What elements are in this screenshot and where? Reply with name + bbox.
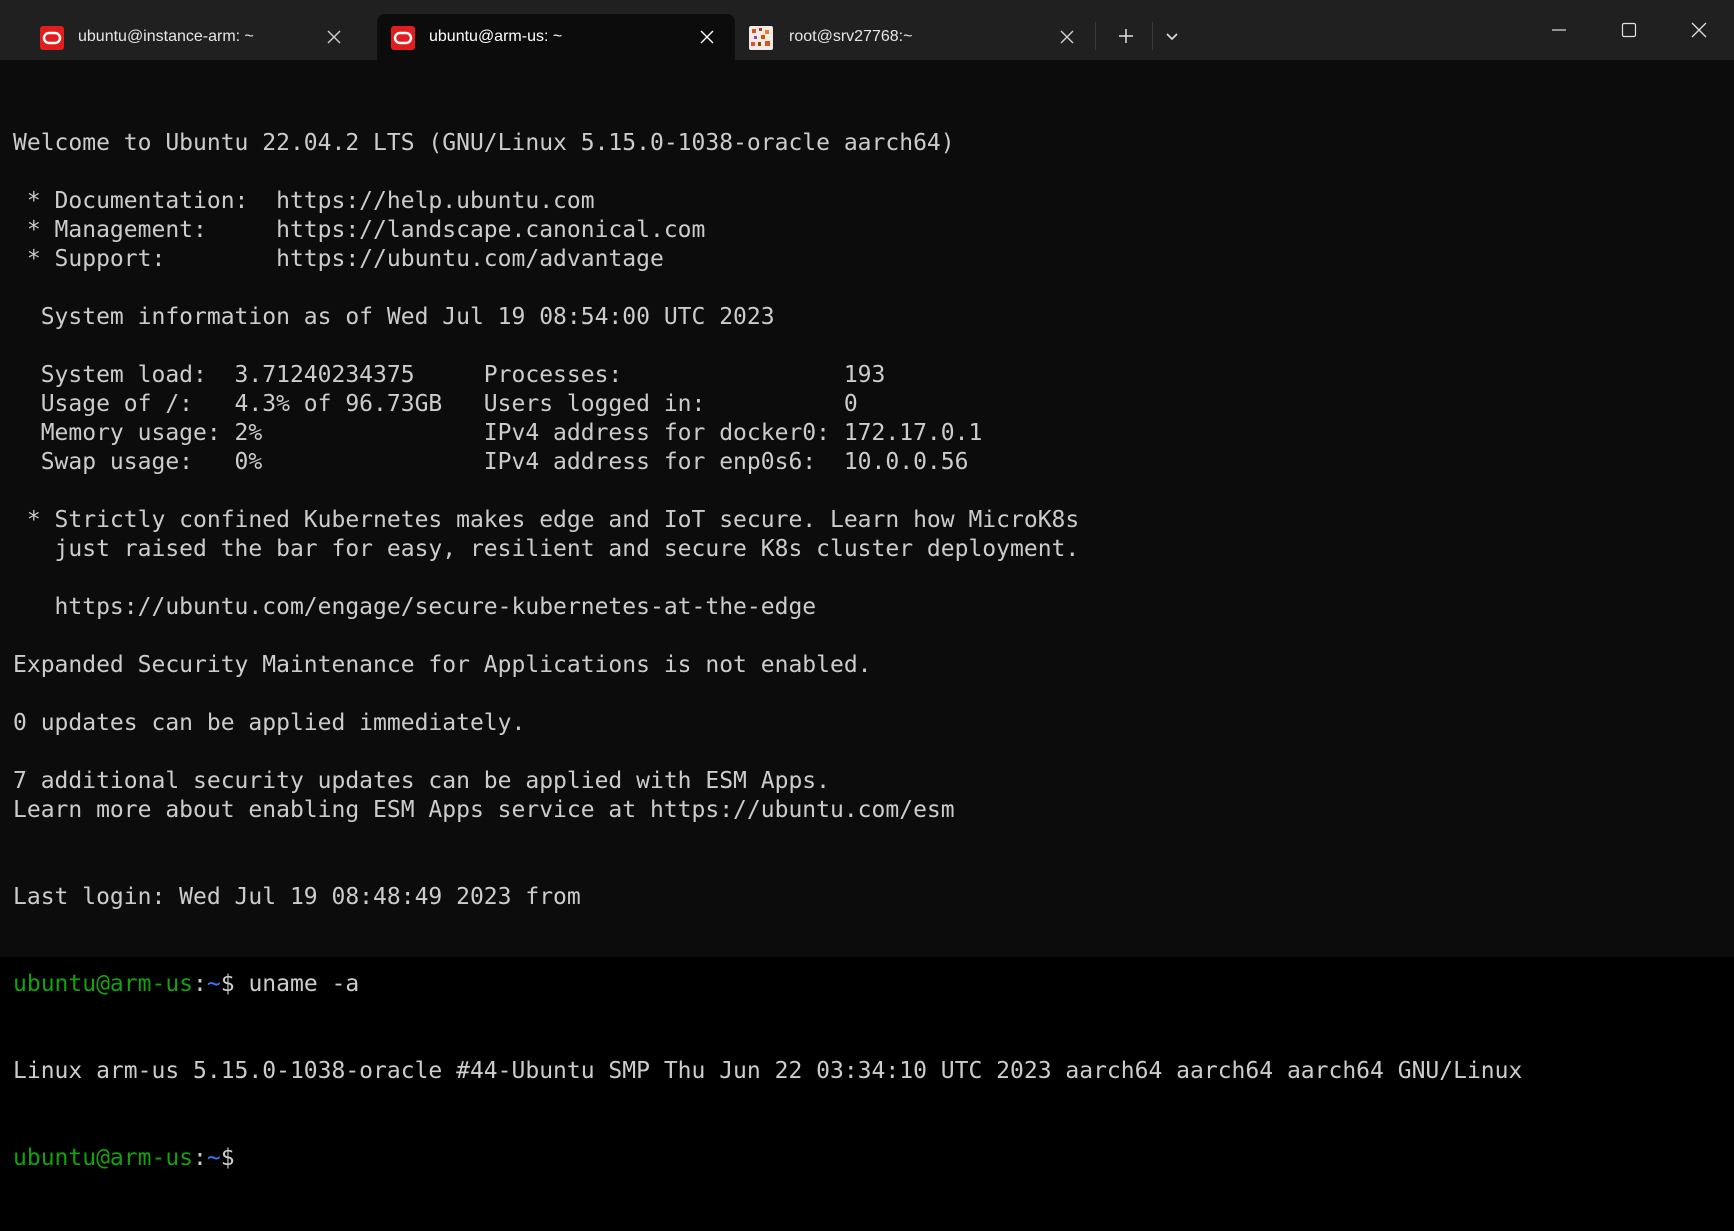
terminal-line: Welcome to Ubuntu 22.04.2 LTS (GNU/Linux…	[13, 130, 955, 156]
terminal-line: Swap usage: 0% IPv4 address for enp0s6: …	[13, 449, 969, 475]
tab-dropdown-button[interactable]	[1154, 18, 1190, 54]
tab-title: ubuntu@arm-us: ~	[429, 28, 563, 45]
minimize-icon	[1552, 29, 1566, 31]
command-prompt-line: ubuntu@arm-us:~$ uname -a	[13, 970, 1734, 999]
tab-title: root@srv27768:~	[789, 28, 913, 45]
prompt-user-host: ubuntu@arm-us	[13, 971, 194, 997]
terminal-line: Last login: Wed Jul 19 08:48:49 2023 fro…	[13, 884, 581, 910]
close-icon	[700, 30, 714, 44]
tab-close-button[interactable]	[1055, 25, 1079, 49]
plus-icon	[1119, 29, 1133, 43]
tab-separator	[1095, 22, 1096, 50]
prompt-symbol: $	[220, 1145, 235, 1171]
maximize-icon	[1621, 22, 1637, 38]
title-bar[interactable]: ubuntu@instance-arm: ~ ubuntu@arm-us: ~	[0, 0, 1734, 60]
terminal-line: Learn more about enabling ESM Apps servi…	[13, 797, 955, 823]
prompt-colon: :	[193, 1145, 207, 1171]
minimize-button[interactable]	[1524, 0, 1594, 60]
terminal-line: Usage of /: 4.3% of 96.73GB Users logged…	[13, 391, 858, 417]
prompt-user-host: ubuntu@arm-us	[13, 1145, 194, 1171]
server-icon	[749, 26, 773, 50]
terminal-line: System load: 3.71240234375 Processes: 19…	[13, 362, 886, 388]
new-tab-button[interactable]	[1108, 18, 1144, 54]
prompt-symbol: $	[220, 971, 249, 997]
chevron-down-icon	[1166, 33, 1178, 41]
tab-separator	[1152, 22, 1153, 50]
prompt-path: ~	[206, 971, 221, 997]
command-output: Linux arm-us 5.15.0-1038-oracle #44-Ubun…	[13, 1058, 1523, 1084]
terminal-line: * Support: https://ubuntu.com/advantage	[13, 246, 664, 272]
tab-instance-arm[interactable]: ubuntu@instance-arm: ~	[12, 14, 368, 60]
terminal-line: just raised the bar for easy, resilient …	[13, 536, 1080, 562]
tab-close-button[interactable]	[695, 25, 719, 49]
tab-arm-us[interactable]: ubuntu@arm-us: ~	[377, 14, 735, 60]
terminal-line: * Strictly confined Kubernetes makes edg…	[13, 507, 1080, 533]
terminal-output[interactable]: Welcome to Ubuntu 22.04.2 LTS (GNU/Linux…	[0, 60, 1734, 1171]
terminal-line: 0 updates can be applied immediately.	[13, 710, 526, 736]
active-prompt-line[interactable]: ubuntu@arm-us:~$	[13, 1144, 1734, 1173]
command-text: uname -a	[248, 971, 360, 997]
oracle-icon	[40, 26, 64, 50]
maximize-button[interactable]	[1594, 0, 1664, 60]
terminal-line: System information as of Wed Jul 19 08:5…	[13, 304, 775, 330]
terminal-line: Memory usage: 2% IPv4 address for docker…	[13, 420, 983, 446]
terminal-line: 7 additional security updates can be app…	[13, 768, 830, 794]
terminal-lines: Welcome to Ubuntu 22.04.2 LTS (GNU/Linux…	[13, 129, 1734, 912]
close-icon	[1060, 30, 1074, 44]
terminal-line: * Documentation: https://help.ubuntu.com	[13, 188, 595, 214]
terminal-line: * Management: https://landscape.canonica…	[13, 217, 706, 243]
terminal-window: ubuntu@instance-arm: ~ ubuntu@arm-us: ~	[0, 0, 1734, 1171]
prompt-path: ~	[206, 1145, 221, 1171]
terminal-line: Expanded Security Maintenance for Applic…	[13, 652, 872, 678]
prompt-colon: :	[193, 971, 207, 997]
terminal-line: https://ubuntu.com/engage/secure-kuberne…	[13, 594, 817, 620]
tab-title: ubuntu@instance-arm: ~	[78, 28, 254, 45]
close-icon	[1691, 22, 1707, 38]
oracle-icon	[391, 26, 415, 50]
tab-close-button[interactable]	[322, 25, 346, 49]
close-icon	[327, 30, 341, 44]
close-window-button[interactable]	[1664, 0, 1734, 60]
tab-srv27768[interactable]: root@srv27768:~	[737, 14, 1093, 60]
